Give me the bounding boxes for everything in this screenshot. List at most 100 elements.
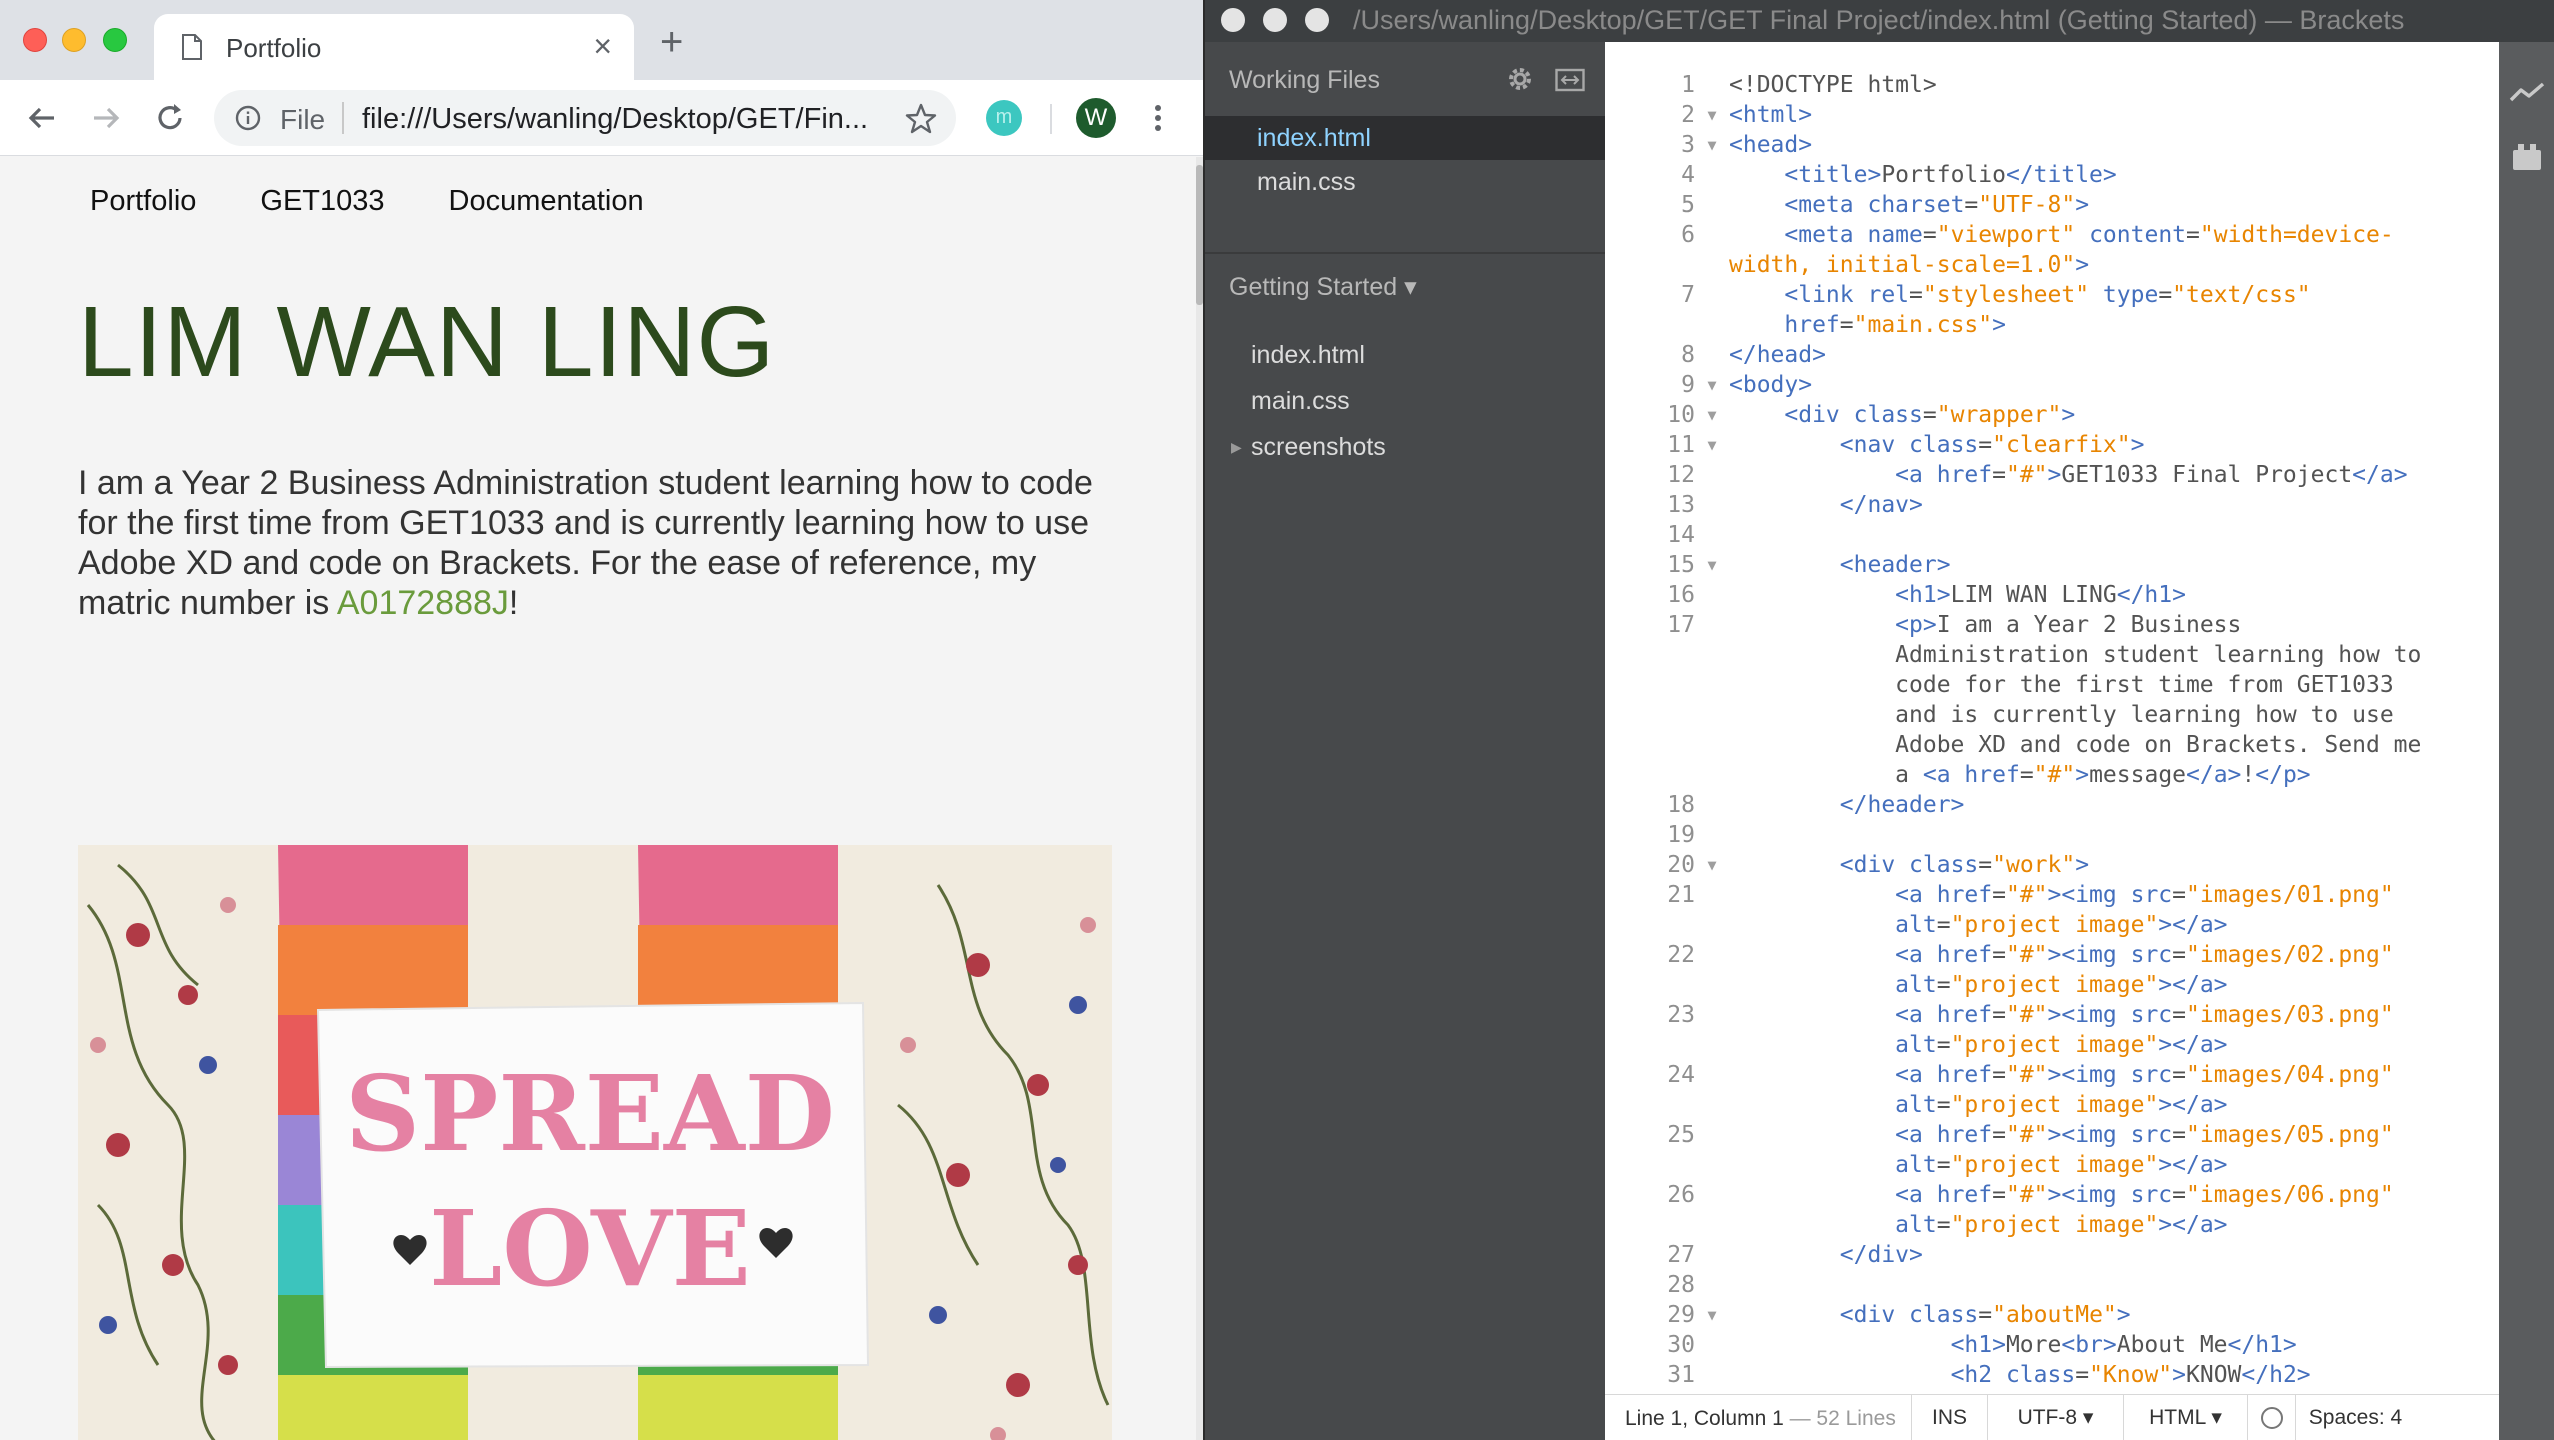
zoom-window-button[interactable] xyxy=(1305,8,1329,32)
profile-avatar[interactable]: W xyxy=(1076,98,1116,138)
zoom-window-button[interactable] xyxy=(103,28,127,52)
code-token: More xyxy=(2005,1332,2062,1358)
nav-link-portfolio[interactable]: Portfolio xyxy=(90,185,196,218)
fold-toggle-icon[interactable]: ▼ xyxy=(1695,370,1729,400)
code-line[interactable]: 24 <a href="#"><img src="images/04.png" … xyxy=(1605,1060,2499,1120)
fold-toggle-icon[interactable]: ▼ xyxy=(1695,100,1729,130)
code-line[interactable]: 25 <a href="#"><img src="images/05.png" … xyxy=(1605,1120,2499,1180)
project-dropdown[interactable]: Getting Started ▾ xyxy=(1229,272,1417,302)
code-line[interactable]: 9 ▼ <body> xyxy=(1605,370,2499,400)
code-line[interactable]: 19 xyxy=(1605,820,2499,850)
working-file-main-css[interactable]: main.css xyxy=(1205,160,1605,204)
code-token: = xyxy=(2172,1002,2187,1028)
code-line[interactable]: 4 <title>Portfolio</title> xyxy=(1605,160,2499,190)
code-line[interactable]: 13 </nav> xyxy=(1605,490,2499,520)
code-token: = xyxy=(1922,402,1937,428)
forward-arrow-icon[interactable] xyxy=(86,98,126,138)
tree-folder-screenshots[interactable]: ▶ screenshots xyxy=(1205,424,1605,470)
live-preview-icon[interactable] xyxy=(2509,78,2545,108)
gear-icon[interactable] xyxy=(1505,64,1535,94)
code-token: <a xyxy=(1895,1122,1937,1148)
code-text: <a href="#"><img src="images/04.png" alt… xyxy=(1729,1060,2499,1120)
fold-toggle-icon[interactable]: ▼ xyxy=(1695,130,1729,160)
more-menu-icon[interactable] xyxy=(1146,100,1170,136)
cursor-position[interactable]: Line 1, Column 1 — 52 Lines xyxy=(1625,1407,1896,1431)
code-line[interactable]: 14 xyxy=(1605,520,2499,550)
code-line[interactable]: 31 <h2 class="Know">KNOW</h2> xyxy=(1605,1360,2499,1390)
new-tab-button[interactable]: + xyxy=(660,22,683,62)
code-line[interactable]: 20 ▼ <div class="work"> xyxy=(1605,850,2499,880)
code-line[interactable]: 8 </head> xyxy=(1605,340,2499,370)
nav-link-documentation[interactable]: Documentation xyxy=(449,185,644,218)
fold-toggle-icon xyxy=(1695,1120,1729,1180)
close-tab-icon[interactable]: × xyxy=(593,28,612,64)
code-line[interactable]: 26 <a href="#"><img src="images/06.png" … xyxy=(1605,1180,2499,1240)
code-line[interactable]: 21 <a href="#"><img src="images/01.png" … xyxy=(1605,880,2499,940)
split-view-icon[interactable] xyxy=(1555,68,1585,92)
code-line[interactable]: 10 ▼ <div class="wrapper"> xyxy=(1605,400,2499,430)
code-line[interactable]: 15 ▼ <header> xyxy=(1605,550,2499,580)
minimize-window-button[interactable] xyxy=(1263,8,1287,32)
code-line[interactable]: 11 ▼ <nav class="clearfix"> xyxy=(1605,430,2499,460)
code-line[interactable]: 27 </div> xyxy=(1605,1240,2499,1270)
tab-portfolio[interactable]: Portfolio × xyxy=(154,14,634,80)
fold-toggle-icon[interactable]: ▼ xyxy=(1695,1300,1729,1330)
code-token: </h1> xyxy=(2227,1332,2297,1358)
code-line[interactable]: 6 <meta name="viewport" content="width=d… xyxy=(1605,220,2499,280)
code-line[interactable]: 12 <a href="#">GET1033 Final Project</a> xyxy=(1605,460,2499,490)
code-line[interactable]: 30 <h1>More<br>About Me</h1> xyxy=(1605,1330,2499,1360)
folder-expand-icon[interactable]: ▶ xyxy=(1231,424,1242,470)
code-token: </h1> xyxy=(2116,582,2186,608)
language-dropdown[interactable]: HTML ▾ xyxy=(2123,1395,2247,1440)
close-window-button[interactable] xyxy=(1221,8,1245,32)
scroll-thumb[interactable] xyxy=(1196,165,1203,305)
code-line[interactable]: 17 <p>I am a Year 2 Business Administrat… xyxy=(1605,610,2499,790)
code-line[interactable]: 5 <meta charset="UTF-8"> xyxy=(1605,190,2499,220)
fold-toggle-icon[interactable]: ▼ xyxy=(1695,430,1729,460)
back-arrow-icon[interactable] xyxy=(22,98,62,138)
line-number: 5 xyxy=(1681,192,1695,218)
minimize-window-button[interactable] xyxy=(62,28,86,52)
page-scrollbar[interactable] xyxy=(1196,157,1203,1440)
nav-link-get1033[interactable]: GET1033 xyxy=(260,185,384,218)
code-line[interactable]: 3 ▼ <head> xyxy=(1605,130,2499,160)
code-line[interactable]: 28 xyxy=(1605,1270,2499,1300)
indent-setting[interactable]: Spaces: 4 xyxy=(2295,1395,2415,1440)
code-token: class xyxy=(1909,1302,1979,1328)
address-bar[interactable]: File file:///Users/wanling/Desktop/GET/F… xyxy=(214,90,956,146)
code-line[interactable]: 16 <h1>LIM WAN LING</h1> xyxy=(1605,580,2499,610)
code-line[interactable]: 23 <a href="#"><img src="images/03.png" … xyxy=(1605,1000,2499,1060)
extension-manager-icon[interactable] xyxy=(2511,142,2543,172)
bookmark-star-icon[interactable] xyxy=(904,102,938,136)
url-text[interactable]: file:///Users/wanling/Desktop/GET/Fin... xyxy=(362,103,882,136)
code-token: = xyxy=(1992,1182,2006,1208)
line-number: 9 xyxy=(1681,372,1695,398)
code-line[interactable]: 22 <a href="#"><img src="images/02.png" … xyxy=(1605,940,2499,1000)
code-line[interactable]: 2 ▼ <html> xyxy=(1605,100,2499,130)
close-window-button[interactable] xyxy=(23,28,47,52)
tree-item-main-css[interactable]: main.css xyxy=(1205,378,1605,424)
toolbar-divider xyxy=(1050,104,1052,134)
fold-toggle-icon[interactable]: ▼ xyxy=(1695,850,1729,880)
fold-toggle-icon[interactable]: ▼ xyxy=(1695,400,1729,430)
linting-status-icon[interactable] xyxy=(2247,1395,2295,1440)
insert-mode-toggle[interactable]: INS xyxy=(1911,1395,1987,1440)
tree-item-index-html[interactable]: index.html xyxy=(1205,332,1605,378)
info-icon[interactable] xyxy=(234,104,262,132)
line-count: — 52 Lines xyxy=(1783,1407,1896,1430)
reload-icon[interactable] xyxy=(150,98,190,138)
extension-icon[interactable]: m xyxy=(986,100,1022,136)
fold-toggle-icon[interactable]: ▼ xyxy=(1695,550,1729,580)
code-editor[interactable]: 1 <!DOCTYPE html> 2 ▼ <html> 3 ▼ <head> 4 <title… xyxy=(1605,42,2499,1394)
encoding-dropdown[interactable]: UTF-8 ▾ xyxy=(1987,1395,2123,1440)
working-file-index-html[interactable]: index.html xyxy=(1205,116,1605,160)
code-token: "project image" xyxy=(1950,912,2159,938)
code-line[interactable]: 18 </header> xyxy=(1605,790,2499,820)
code-line[interactable]: 7 <link rel="stylesheet" type="text/css"… xyxy=(1605,280,2499,340)
code-token: > xyxy=(2047,462,2062,488)
code-line[interactable]: 1 <!DOCTYPE html> xyxy=(1605,70,2499,100)
code-line[interactable]: 29 ▼ <div class="aboutMe"> xyxy=(1605,1300,2499,1330)
